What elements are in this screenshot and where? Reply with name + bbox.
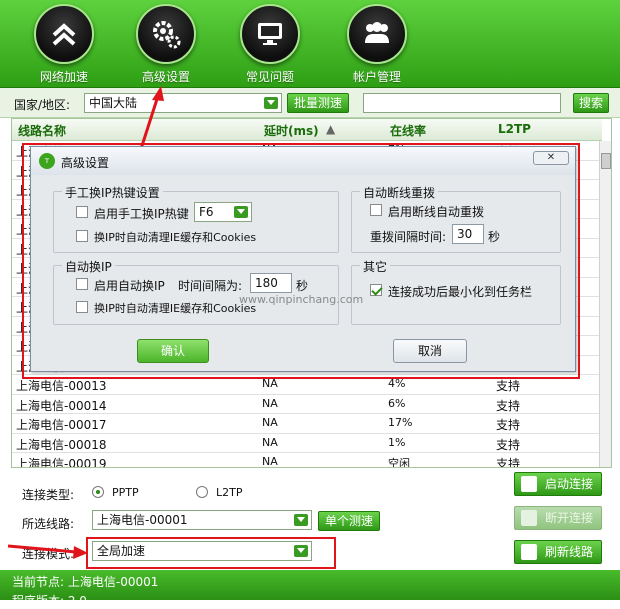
enable-hotkey-checkbox[interactable] [76, 206, 88, 218]
arrow-to-mode [7, 544, 77, 554]
enable-reconnect-label: 启用断线自动重拨 [388, 205, 485, 219]
auto-ip-legend: 自动换IP [62, 258, 115, 275]
advanced-settings-dialog: ᴛ 高级设置 ✕ 手工换IP热键设置 启用手工换IP热键 F6 换IP时自动清理… [30, 146, 576, 372]
hotkey-clear-cache-label: 换IP时自动清理IE缓存和Cookies [94, 231, 257, 244]
auto-ip-clear-cache-label: 换IP时自动清理IE缓存和Cookies [94, 302, 257, 315]
hotkey-value: F6 [199, 205, 214, 219]
dialog-titlebar[interactable]: ᴛ 高级设置 ✕ [31, 147, 575, 175]
enable-auto-ip-checkbox[interactable] [76, 278, 88, 290]
confirm-button[interactable]: 确认 [137, 339, 209, 363]
hotkey-group: 手工换IP热键设置 启用手工换IP热键 F6 换IP时自动清理IE缓存和Cook… [53, 184, 339, 253]
chevron-down-icon[interactable] [234, 206, 248, 218]
watermark-text: www.qinpinchang.com [239, 293, 364, 306]
auto-ip-interval-input[interactable]: 180 [250, 273, 292, 293]
enable-reconnect-checkbox[interactable] [370, 204, 382, 216]
reconnect-interval-unit: 秒 [488, 230, 501, 244]
reconnect-interval-label: 重拨间隔时间: [370, 230, 447, 244]
minimize-checkbox[interactable] [370, 284, 382, 296]
enable-auto-ip-label: 启用自动换IP [94, 279, 165, 293]
other-legend: 其它 [360, 258, 391, 275]
close-button[interactable]: ✕ [533, 151, 569, 165]
auto-reconnect-legend: 自动断线重拨 [360, 184, 439, 201]
dialog-title: 高级设置 [61, 156, 110, 170]
hotkey-select[interactable]: F6 [194, 202, 252, 222]
enable-hotkey-label: 启用手工换IP热键 [94, 207, 189, 221]
hotkey-group-legend: 手工换IP热键设置 [62, 184, 163, 201]
auto-ip-clear-cache-checkbox[interactable] [76, 301, 88, 313]
reconnect-interval-input[interactable]: 30 [452, 224, 484, 244]
arrow-head [152, 86, 164, 101]
other-group: 其它 连接成功后最小化到任务栏 [351, 258, 561, 325]
cancel-button[interactable]: 取消 [393, 339, 467, 363]
auto-reconnect-group: 自动断线重拨 启用断线自动重拨 重拨间隔时间: 30 秒 [351, 184, 561, 253]
auto-ip-interval-unit: 秒 [296, 279, 309, 293]
app-logo-icon: ᴛ [39, 153, 55, 169]
arrow-to-settings [138, 95, 160, 153]
minimize-label: 连接成功后最小化到任务栏 [388, 285, 533, 299]
arrow-head [73, 546, 88, 559]
hotkey-clear-cache-checkbox[interactable] [76, 230, 88, 242]
auto-ip-interval-label: 时间间隔为: [178, 279, 243, 293]
